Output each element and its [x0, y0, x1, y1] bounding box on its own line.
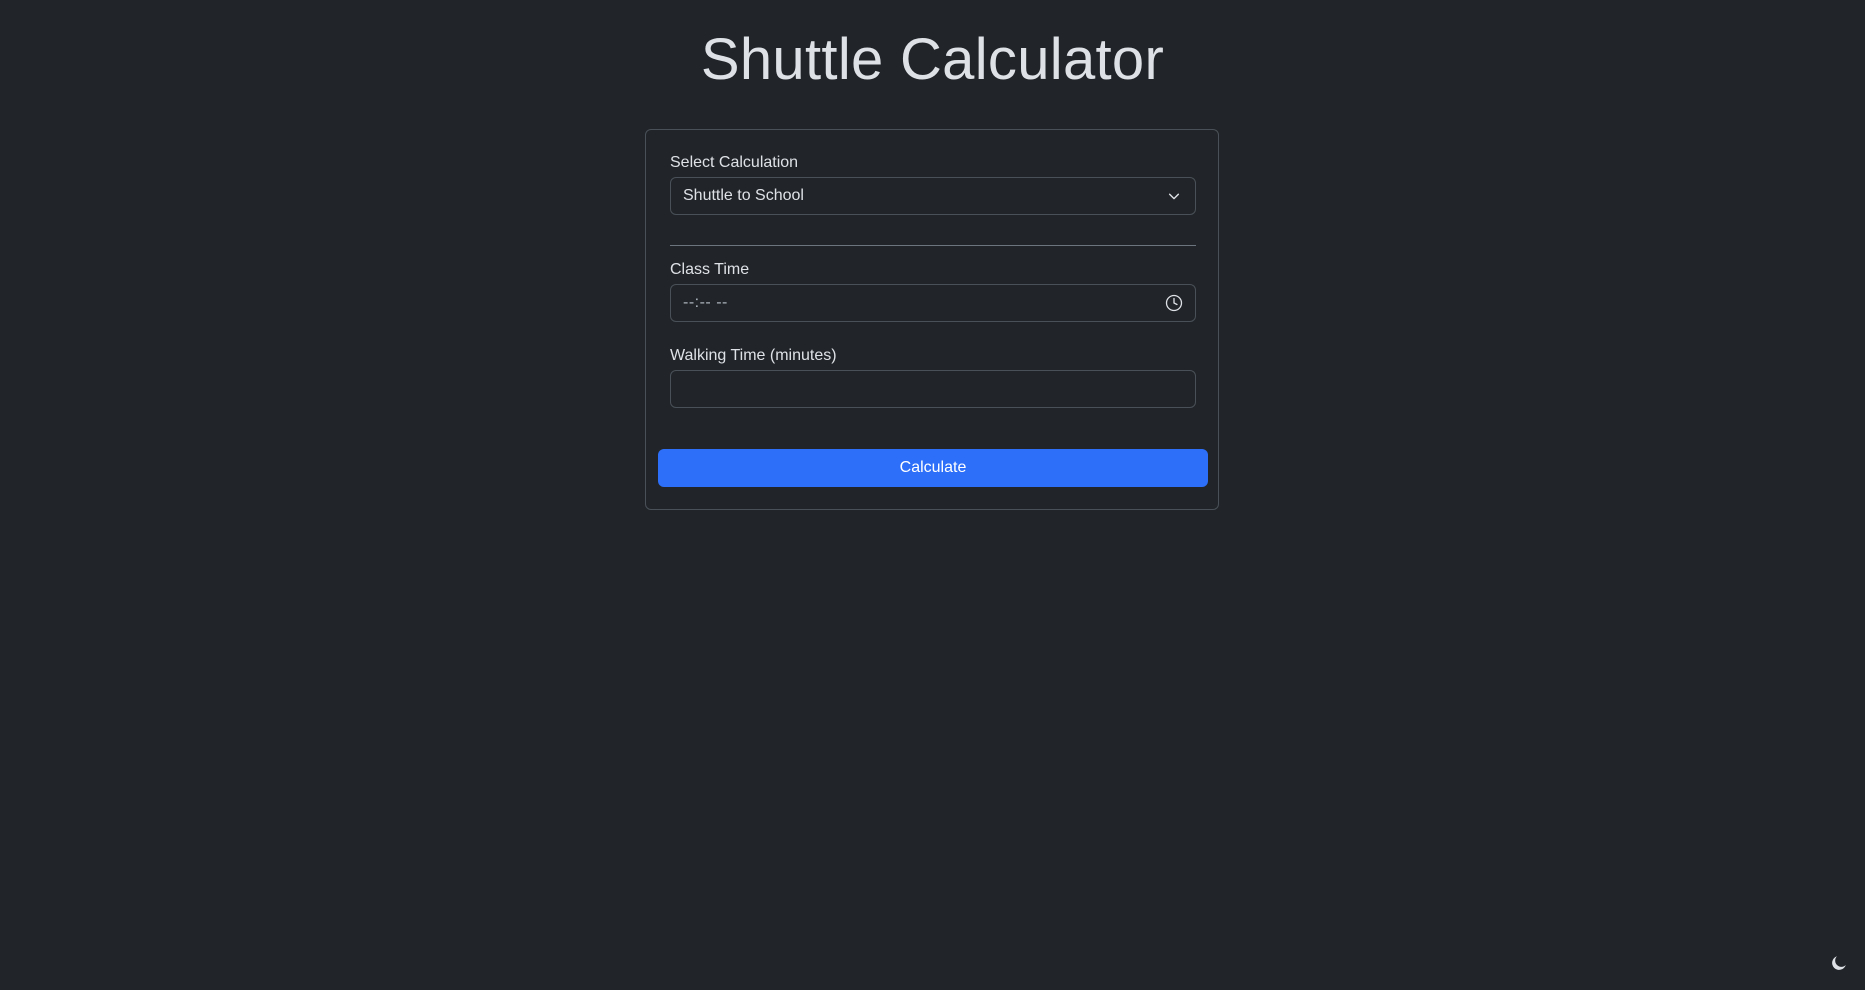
walking-time-label: Walking Time (minutes) [670, 347, 837, 364]
moon-icon [1831, 955, 1847, 976]
calculation-select-value: Shuttle to School [683, 187, 804, 204]
form-divider [670, 245, 1196, 246]
walking-time-input[interactable] [670, 370, 1196, 408]
class-time-label: Class Time [670, 261, 750, 278]
page-title: Shuttle Calculator [700, 27, 1165, 92]
clock-icon[interactable] [1165, 294, 1183, 312]
calculation-select[interactable]: Shuttle to School [670, 177, 1196, 215]
class-time-placeholder: --:-- -- [683, 294, 728, 311]
select-calculation-label: Select Calculation [670, 154, 799, 171]
page: Shuttle Calculator Select Calculation Sh… [0, 0, 1865, 990]
calculator-card: Select Calculation Shuttle to School Cla… [645, 129, 1219, 510]
calculate-button[interactable]: Calculate [658, 449, 1208, 487]
class-time-input[interactable]: --:-- -- [670, 284, 1196, 322]
theme-toggle-button[interactable] [1830, 955, 1848, 976]
chevron-down-icon [1165, 187, 1183, 205]
